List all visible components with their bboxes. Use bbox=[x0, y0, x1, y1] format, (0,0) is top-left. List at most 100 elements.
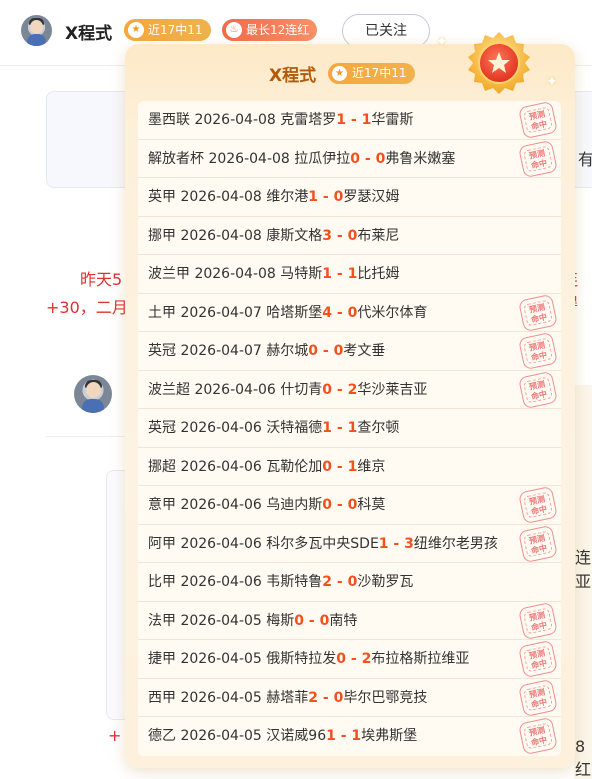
match-row[interactable]: 英冠 2026-04-07 赫尔城0 - 0考文垂 预测 命中 bbox=[138, 331, 561, 371]
match-home-score: 1 bbox=[378, 535, 389, 552]
match-home-score: 0 bbox=[336, 651, 347, 667]
match-row[interactable]: 比甲 2026-04-06 韦斯特鲁2 - 0沙勒罗瓦 bbox=[138, 563, 561, 602]
prediction-hit-stamp: 预测 命中 bbox=[518, 100, 558, 140]
match-home-score: 2 bbox=[322, 574, 333, 590]
prediction-hit-stamp: 预测 命中 bbox=[518, 293, 558, 332]
match-date: 2026-04-08 bbox=[180, 189, 262, 205]
match-league: 波兰甲 bbox=[148, 266, 190, 282]
prediction-hit-stamp: 预测 命中 bbox=[518, 716, 558, 756]
background-text-fragment: 8红 bbox=[575, 737, 592, 779]
post-author-avatar[interactable] bbox=[74, 375, 112, 413]
match-date: 2026-04-06 bbox=[180, 420, 262, 436]
match-home-team: 俄斯特拉发 bbox=[266, 651, 337, 667]
match-row[interactable]: 解放者杯 2026-04-08 拉瓜伊拉0 - 0弗鲁米嫩塞 预测 命中 bbox=[138, 139, 561, 178]
stamp-label: 预测 命中 bbox=[522, 299, 554, 326]
match-league: 墨西联 bbox=[148, 112, 190, 128]
match-date: 2026-04-06 bbox=[180, 535, 262, 552]
match-date: 2026-04-07 bbox=[180, 304, 262, 321]
prediction-hit-stamp: 预测 命中 bbox=[518, 601, 558, 640]
match-league: 解放者杯 bbox=[148, 150, 204, 167]
background-text-fragment: 连亚 bbox=[575, 548, 592, 591]
match-row[interactable]: 墨西联 2026-04-08 克雷塔罗1 - 1华雷斯 预测 命中 bbox=[138, 100, 561, 140]
match-league: 挪甲 bbox=[148, 227, 176, 244]
match-away-score: 0 bbox=[333, 343, 344, 359]
fire-icon: ♨ bbox=[226, 22, 242, 38]
match-row[interactable]: 捷甲 2026-04-05 俄斯特拉发0 - 2布拉格斯拉维亚 预测 命中 bbox=[138, 639, 561, 679]
match-row[interactable]: 法甲 2026-04-05 梅斯0 - 0南特 预测 命中 bbox=[138, 601, 561, 640]
match-league: 西甲 bbox=[148, 689, 176, 706]
recent-record-label: 近17中11 bbox=[148, 23, 203, 37]
match-away-score: 2 bbox=[361, 651, 372, 667]
match-away-team: 查尔顿 bbox=[357, 420, 400, 436]
match-row[interactable]: 西甲 2026-04-05 赫塔菲2 - 0毕尔巴鄂竞技 预测 命中 bbox=[138, 678, 561, 717]
match-away-team: 考文垂 bbox=[343, 343, 386, 359]
match-away-score: 0 bbox=[333, 689, 344, 706]
prediction-hit-stamp: 预测 命中 bbox=[518, 639, 558, 679]
match-row[interactable]: 挪超 2026-04-06 瓦勒伦加0 - 1维京 bbox=[138, 448, 561, 486]
match-league: 英冠 bbox=[148, 343, 176, 359]
match-home-team: 瓦勒伦加 bbox=[266, 458, 323, 475]
stamp-label: 预测 命中 bbox=[522, 684, 554, 711]
match-away-team: 华沙莱吉亚 bbox=[357, 381, 428, 398]
popover-title: X程式 bbox=[269, 66, 317, 86]
match-home-team: 马特斯 bbox=[280, 266, 323, 282]
recent-record-badge[interactable]: ★ 近17中11 bbox=[124, 19, 211, 41]
match-away-team: 弗鲁米嫩塞 bbox=[385, 150, 456, 167]
match-row[interactable]: 阿甲 2026-04-06 科尔多瓦中央SDE1 - 3纽维尔老男孩 预测 命中 bbox=[138, 524, 561, 563]
match-away-team: 科莫 bbox=[357, 497, 386, 513]
prediction-hit-stamp: 预测 命中 bbox=[518, 370, 558, 409]
match-row[interactable]: 意甲 2026-04-06 乌迪内斯0 - 0科莫 预测 命中 bbox=[138, 485, 561, 525]
streak-badge[interactable]: ♨ 最长12连红 bbox=[222, 19, 318, 41]
match-home-team: 克雷塔罗 bbox=[280, 112, 337, 128]
score-separator: - bbox=[318, 689, 334, 706]
match-home-score: 0 bbox=[294, 612, 305, 629]
match-home-score: 1 bbox=[322, 266, 333, 282]
score-separator: - bbox=[332, 227, 348, 244]
match-row[interactable]: 德乙 2026-04-05 汉诺威961 - 1埃弗斯堡 预测 命中 bbox=[138, 716, 561, 756]
follow-button[interactable]: 已关注 bbox=[342, 14, 430, 48]
match-away-score: 0 bbox=[347, 227, 358, 244]
match-row[interactable]: 波兰甲 2026-04-08 马特斯1 - 1比托姆 bbox=[138, 255, 561, 294]
match-date: 2026-04-05 bbox=[180, 612, 262, 629]
match-league: 土甲 bbox=[148, 304, 176, 321]
match-home-score: 3 bbox=[322, 227, 333, 244]
match-row[interactable]: 波兰超 2026-04-06 什切青0 - 2华沙莱吉亚 预测 命中 bbox=[138, 370, 561, 409]
stamp-label: 预测 命中 bbox=[522, 607, 554, 634]
match-away-team: 沙勒罗瓦 bbox=[357, 574, 414, 590]
stamp-label: 预测 命中 bbox=[522, 530, 554, 557]
match-row[interactable]: 挪甲 2026-04-08 康斯文格3 - 0布莱尼 bbox=[138, 217, 561, 255]
match-away-score: 0 bbox=[319, 612, 330, 629]
match-league: 阿甲 bbox=[148, 535, 176, 552]
match-away-score: 1 bbox=[351, 728, 362, 744]
score-separator: - bbox=[332, 497, 348, 513]
user-avatar[interactable] bbox=[21, 15, 52, 46]
match-home-team: 科尔多瓦中央SDE bbox=[266, 535, 379, 552]
match-league: 比甲 bbox=[148, 574, 176, 590]
match-away-score: 1 bbox=[347, 266, 358, 282]
match-home-team: 康斯文格 bbox=[266, 227, 323, 244]
match-home-score: 1 bbox=[326, 728, 336, 744]
prediction-hit-stamp: 预测 命中 bbox=[518, 331, 558, 371]
match-away-score: 2 bbox=[347, 381, 358, 398]
match-home-team: 什切青 bbox=[280, 381, 323, 398]
match-league: 捷甲 bbox=[148, 651, 176, 667]
sparkle-icon: ✦ bbox=[546, 74, 558, 90]
match-row[interactable]: 土甲 2026-04-07 哈塔斯堡4 - 0代米尔体育 预测 命中 bbox=[138, 293, 561, 332]
match-home-team: 梅斯 bbox=[266, 612, 295, 629]
username[interactable]: X程式 bbox=[65, 19, 112, 44]
score-separator: - bbox=[318, 189, 334, 205]
match-home-score: 0 bbox=[322, 497, 333, 513]
match-list: 墨西联 2026-04-08 克雷塔罗1 - 1华雷斯 预测 命中 解放者杯 2026… bbox=[138, 100, 561, 756]
match-away-score: 0 bbox=[333, 189, 344, 205]
background-red-text: + bbox=[108, 726, 122, 745]
prediction-hit-stamp: 预测 命中 bbox=[518, 524, 558, 563]
match-date: 2026-04-08 bbox=[208, 150, 290, 167]
match-home-team: 维尔港 bbox=[266, 189, 309, 205]
match-home-score: 2 bbox=[308, 689, 319, 706]
match-away-score: 1 bbox=[361, 112, 372, 128]
match-away-score: 0 bbox=[347, 574, 358, 590]
match-home-score: 0 bbox=[350, 150, 361, 167]
match-row[interactable]: 英甲 2026-04-08 维尔港1 - 0罗瑟汉姆 bbox=[138, 178, 561, 217]
match-row[interactable]: 英冠 2026-04-06 沃特福德1 - 1查尔顿 bbox=[138, 409, 561, 448]
score-separator: - bbox=[332, 420, 348, 436]
